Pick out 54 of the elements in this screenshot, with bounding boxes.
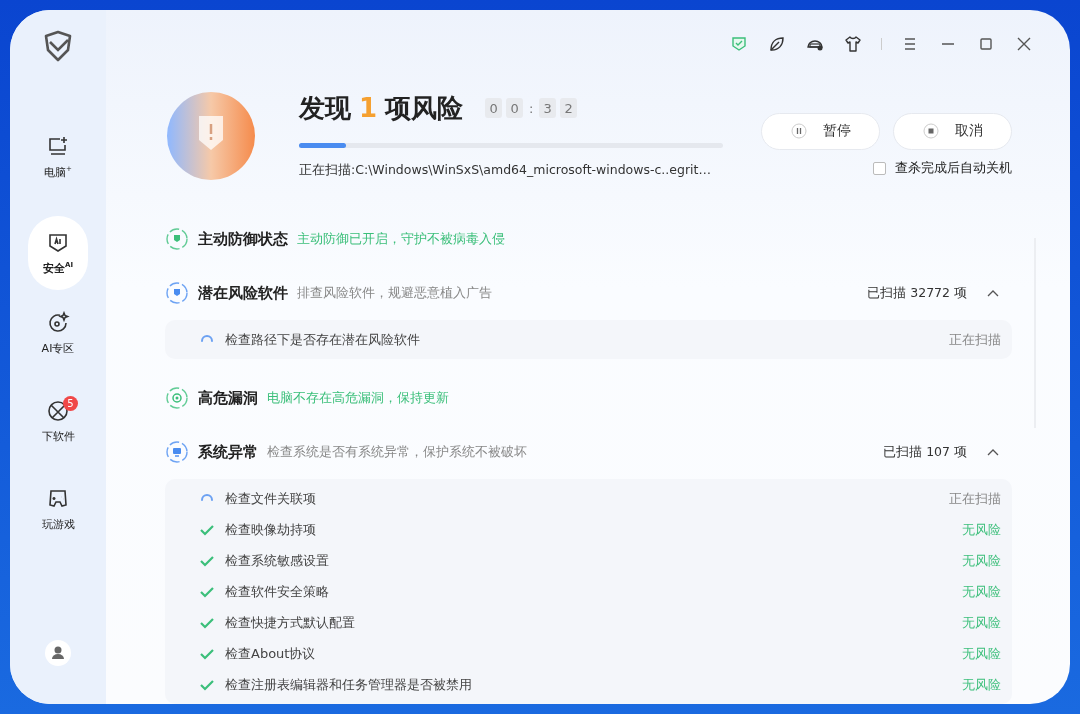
check-item-label: 检查软件安全策略 <box>225 582 329 601</box>
check-item-label: 检查路径下是否存在潜在风险软件 <box>225 330 420 349</box>
check-result: 正在扫描 <box>949 489 1001 508</box>
sidebar-item[interactable]: 安全$^{AI}$ <box>28 216 88 290</box>
check-item-label: 检查注册表编辑器和任务管理器是否被禁用 <box>225 675 472 694</box>
check-result: 无风险 <box>962 551 1001 570</box>
cancel-button[interactable]: 取消 <box>893 112 1012 150</box>
scan-path-text: 正在扫描:C:\Windows\WinSxS\amd64_microsoft-windows-c..egrit… <box>299 161 712 179</box>
checkbox-label: 查杀完成后自动关机 <box>895 159 1012 177</box>
notification-badge: 5 <box>63 396 78 411</box>
check-item-label: 检查文件关联项 <box>225 489 316 508</box>
check-result: 正在扫描 <box>949 330 1001 349</box>
shield-status-icon <box>165 386 189 410</box>
tshirt-icon[interactable] <box>843 34 863 55</box>
checkbox[interactable] <box>873 161 886 175</box>
sidebar-item[interactable]: 电脑$^{+}$ <box>28 128 88 186</box>
sidebar-item[interactable]: AI专区 <box>28 304 88 362</box>
section-title: 潜在风险软件 <box>198 283 288 303</box>
section-title: 系统异常 <box>198 442 258 462</box>
check-item-label: 检查系统敏感设置 <box>225 551 329 570</box>
section-description: 检查系统是否有系统异常，保护系统不被破坏 <box>267 443 527 461</box>
section-description: 电脑不存在高危漏洞，保持更新 <box>267 389 449 407</box>
pause-button[interactable]: 暂停 <box>761 112 880 150</box>
check-item-label: 检查快捷方式默认配置 <box>225 613 355 632</box>
sidebar-item[interactable]: 下软件 5 <box>28 392 88 450</box>
scan-status-icon <box>165 281 189 305</box>
timer-digit: 2 <box>560 98 578 119</box>
shield-logo-icon <box>42 30 74 64</box>
section-description: 主动防御已开启，守护不被病毒入侵 <box>297 230 505 248</box>
pause-icon <box>790 123 807 140</box>
sidebar-item[interactable]: 玩游戏 <box>28 480 88 538</box>
check-item-label: 检查About协议 <box>225 644 316 663</box>
check-result: 无风险 <box>962 520 1001 539</box>
scan-status-icon <box>165 440 189 464</box>
timer-digit: 3 <box>539 98 557 119</box>
scanned-count: 已扫描 107 项 <box>883 443 967 461</box>
check-result: 无风险 <box>962 644 1001 663</box>
scan-result-title: 发现 1 项风险 <box>299 91 464 125</box>
stop-icon <box>922 123 939 140</box>
shield-status-icon <box>165 227 189 251</box>
scanned-count: 已扫描 32772 项 <box>867 284 967 302</box>
user-avatar-icon[interactable] <box>45 640 71 666</box>
check-result: 无风险 <box>962 675 1001 694</box>
section-title: 主动防御状态 <box>198 229 288 249</box>
timer-digit: 0 <box>485 98 503 119</box>
timer-separator: : <box>527 99 535 118</box>
check-result: 无风险 <box>962 613 1001 632</box>
section-description: 排查风险软件，规避恶意植入广告 <box>297 284 492 302</box>
check-item-label: 检查映像劫持项 <box>225 520 316 539</box>
section-title: 高危漏洞 <box>198 388 258 408</box>
shield-orb-icon <box>165 89 257 182</box>
check-result: 无风险 <box>962 582 1001 601</box>
disc-sparkle-icon <box>46 310 70 335</box>
timer-digit: 0 <box>506 98 524 119</box>
